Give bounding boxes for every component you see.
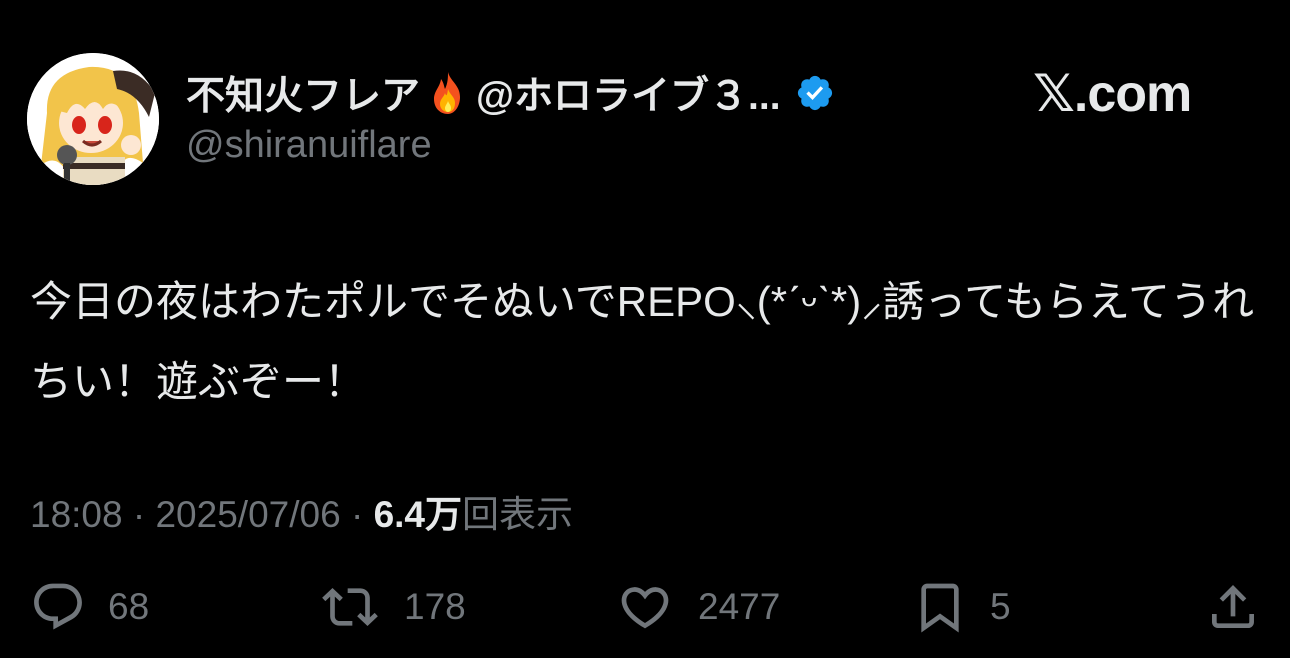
avatar-image <box>27 53 159 185</box>
user-handle[interactable]: @shiranuiflare <box>186 124 432 167</box>
meta-separator: · <box>122 494 156 535</box>
reply-count: 68 <box>108 586 150 627</box>
avatar[interactable] <box>27 53 159 185</box>
reply-icon <box>34 583 82 630</box>
tweet-time[interactable]: 18:08 <box>30 494 123 535</box>
tweet-meta: 18:08 · 2025/07/06 · 6.4万回表示 <box>30 484 573 538</box>
display-name-row[interactable]: 不知火フレア @ホロライブ３... <box>186 68 835 118</box>
tweet-text: 今日の夜はわたポルでそぬいでREPO⸜(*ˊᵕˋ*)⸝誘ってもらえてうれちい！遊… <box>30 278 1254 405</box>
views-count: 6.4万 <box>373 494 462 535</box>
repost-icon <box>322 588 378 626</box>
share-button[interactable] <box>1205 582 1261 632</box>
views-label: 回表示 <box>462 494 573 535</box>
reply-button[interactable]: 68 <box>30 582 149 632</box>
heart-icon <box>621 587 669 629</box>
tweet-date[interactable]: 2025/07/06 <box>155 494 340 535</box>
meta-separator: · <box>340 494 374 535</box>
repost-button[interactable]: 178 <box>318 582 466 632</box>
display-name-suffix[interactable]: @ホロライブ３... <box>476 65 781 121</box>
x-com-brand: 𝕏.com <box>1033 65 1192 123</box>
verified-icon <box>795 73 835 113</box>
bookmark-icon <box>921 583 959 633</box>
like-button[interactable]: 2477 <box>614 582 780 632</box>
bookmark-count: 5 <box>990 586 1011 627</box>
repost-count: 178 <box>404 586 466 627</box>
like-count: 2477 <box>698 586 781 627</box>
display-name[interactable]: 不知火フレア <box>186 65 420 121</box>
fire-icon <box>424 69 472 117</box>
bookmark-button[interactable]: 5 <box>912 582 1011 633</box>
share-icon <box>1212 585 1254 628</box>
